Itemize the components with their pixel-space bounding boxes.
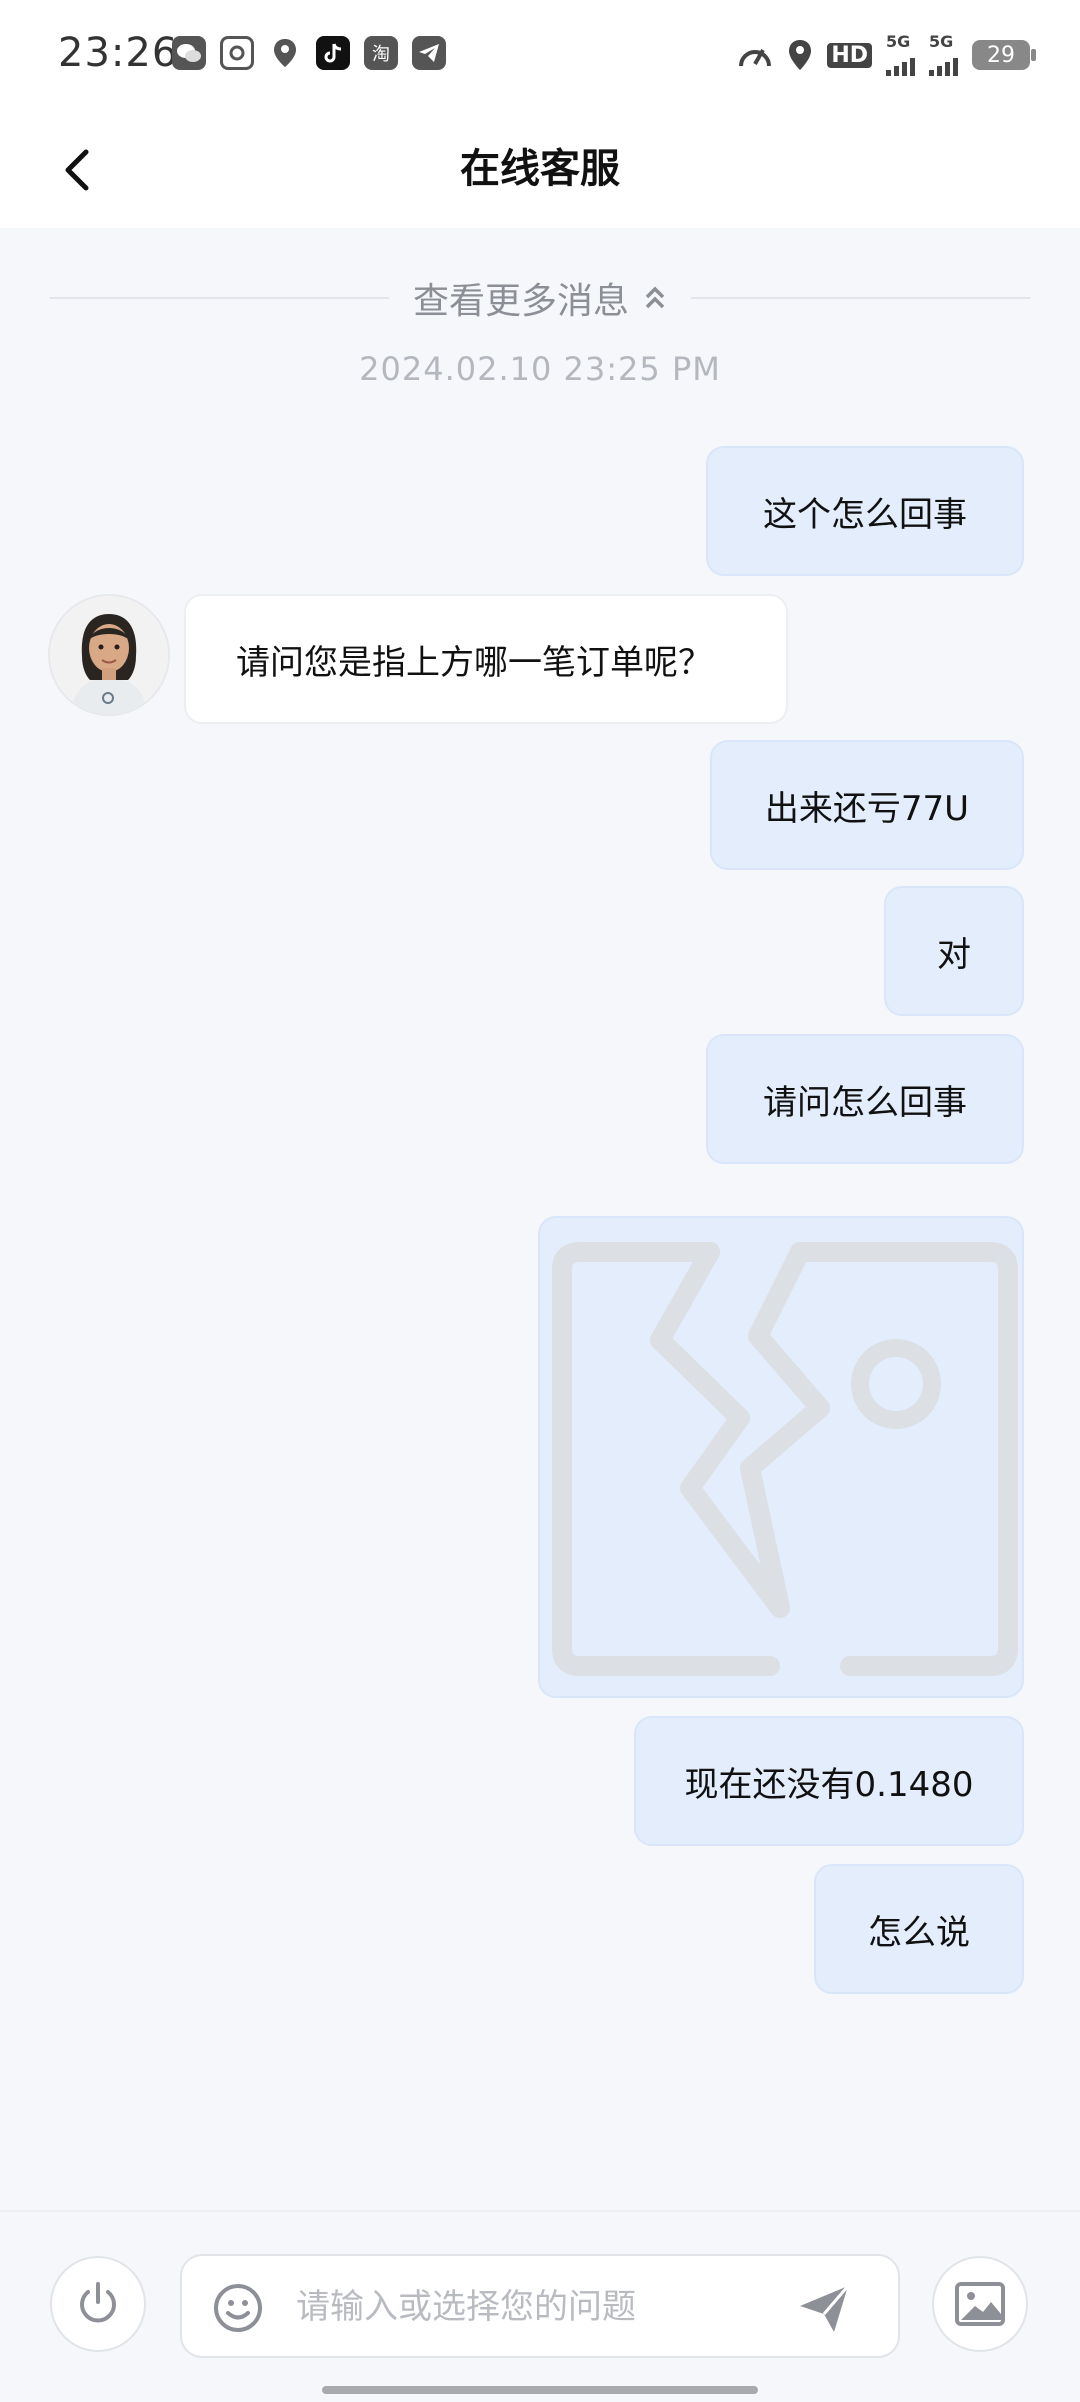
power-icon [80, 2282, 116, 2323]
emoji-button[interactable] [212, 2282, 264, 2334]
message-timestamp: 2024.02.10 23:25 PM [359, 350, 721, 388]
du-app-icon [220, 36, 254, 70]
battery-level: 29 [987, 42, 1015, 68]
agent-message-bubble[interactable]: 请问您是指上方哪一笔订单呢？ [184, 594, 788, 724]
nav-bar: 在线客服 [0, 110, 1080, 228]
network-5g-label-2: 5G [929, 32, 954, 51]
smiley-icon [214, 2284, 262, 2332]
load-more-row: 查看更多消息 [50, 272, 1031, 324]
network-5g-label-1: 5G [886, 32, 911, 51]
speedometer-icon [739, 49, 772, 67]
end-session-button[interactable] [50, 2256, 146, 2352]
status-app-icons: 淘 [172, 36, 446, 70]
taobao-label: 淘 [372, 44, 390, 65]
image-upload-button[interactable] [932, 2256, 1028, 2352]
my-message-bubble[interactable]: 请问怎么回事 [706, 1034, 1024, 1164]
message-text: 请问您是指上方哪一笔订单呢？ [236, 642, 712, 683]
image-icon [955, 2282, 1005, 2326]
my-message-bubble[interactable]: 对 [884, 886, 1024, 1016]
battery-icon: 29 [972, 40, 1036, 70]
load-more-label: 查看更多消息 [413, 281, 630, 322]
status-right: HD 5G 5G 29 [737, 34, 1036, 76]
my-message-bubble[interactable]: 出来还亏77U [710, 740, 1024, 870]
status-bar: 23:26 淘 HD 5G 5G 29 [0, 0, 1080, 110]
input-bar [0, 2210, 1080, 2402]
signal-5g-2: 5G [929, 34, 958, 76]
status-time: 23:26 [58, 30, 179, 76]
signal-bars-icon [929, 50, 958, 76]
message-text: 请问怎么回事 [763, 1082, 967, 1123]
page-title: 在线客服 [460, 146, 620, 192]
message-text: 这个怎么回事 [763, 494, 967, 535]
wechat-icon [172, 36, 206, 70]
location-icon [789, 40, 812, 70]
message-text: 现在还没有0.1480 [684, 1764, 974, 1805]
broken-image-icon [552, 1242, 1018, 1676]
signal-5g-1: 5G [886, 34, 915, 76]
message-input-box [180, 2254, 900, 2358]
my-message-bubble[interactable]: 这个怎么回事 [706, 446, 1024, 576]
agent-avatar[interactable] [48, 594, 170, 716]
signal-bars-icon [886, 50, 915, 76]
load-more-button[interactable]: 查看更多消息 [413, 272, 667, 324]
my-message-bubble[interactable]: 现在还没有0.1480 [634, 1716, 1024, 1846]
message-text: 怎么说 [868, 1912, 970, 1953]
tiktok-icon [316, 36, 350, 70]
message-input[interactable] [294, 2274, 778, 2340]
send-icon [800, 2285, 850, 2332]
send-button[interactable] [794, 2278, 854, 2338]
telegram-icon [412, 36, 446, 70]
divider-line [691, 297, 1031, 299]
du-map-icon [268, 36, 302, 70]
home-indicator[interactable] [322, 2386, 758, 2394]
taobao-icon: 淘 [364, 36, 398, 70]
chat-area[interactable]: 查看更多消息 2024.02.10 23:25 PM 这个怎么回事 请问您是指上… [0, 228, 1080, 2208]
double-chevron-up-icon [645, 286, 665, 309]
agent-portrait-icon [50, 596, 168, 714]
hd-label: HD [827, 42, 872, 68]
message-text: 对 [937, 934, 971, 975]
message-text: 出来还亏77U [764, 788, 970, 829]
my-message-bubble[interactable]: 怎么说 [814, 1864, 1024, 1994]
divider-line [50, 297, 389, 299]
image-message[interactable] [538, 1216, 1024, 1698]
